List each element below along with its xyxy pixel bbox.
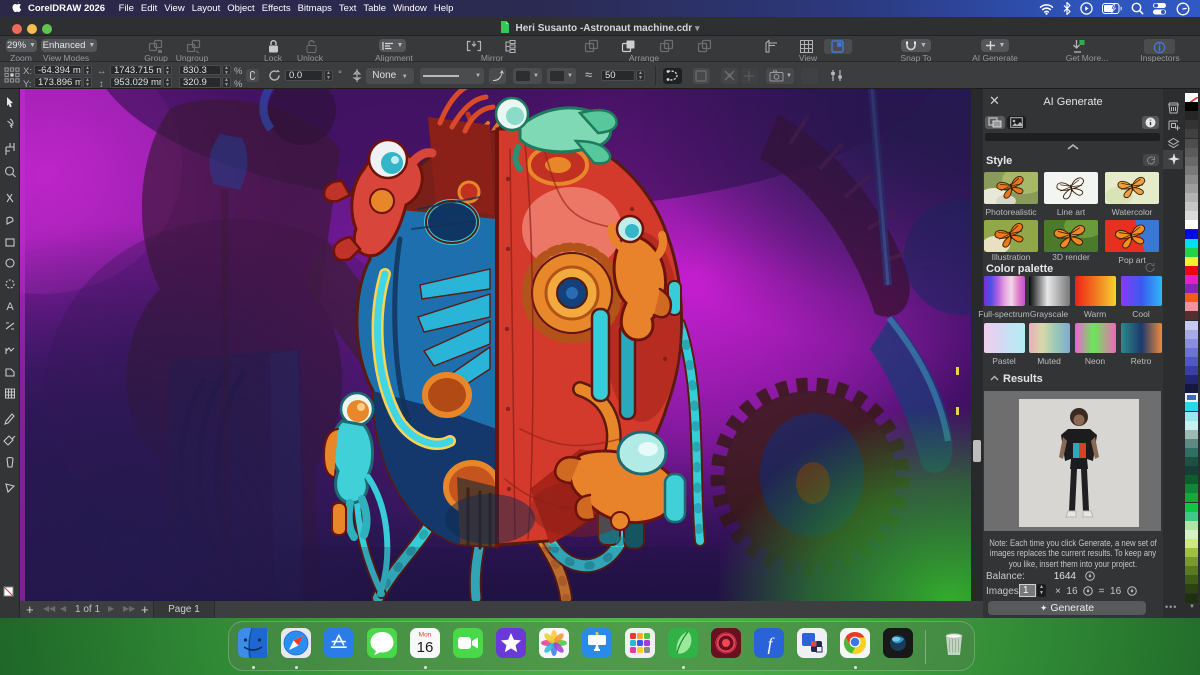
svg-text:16: 16	[417, 639, 434, 656]
svg-text:A: A	[6, 301, 14, 313]
svg-text:Mon: Mon	[419, 632, 432, 639]
